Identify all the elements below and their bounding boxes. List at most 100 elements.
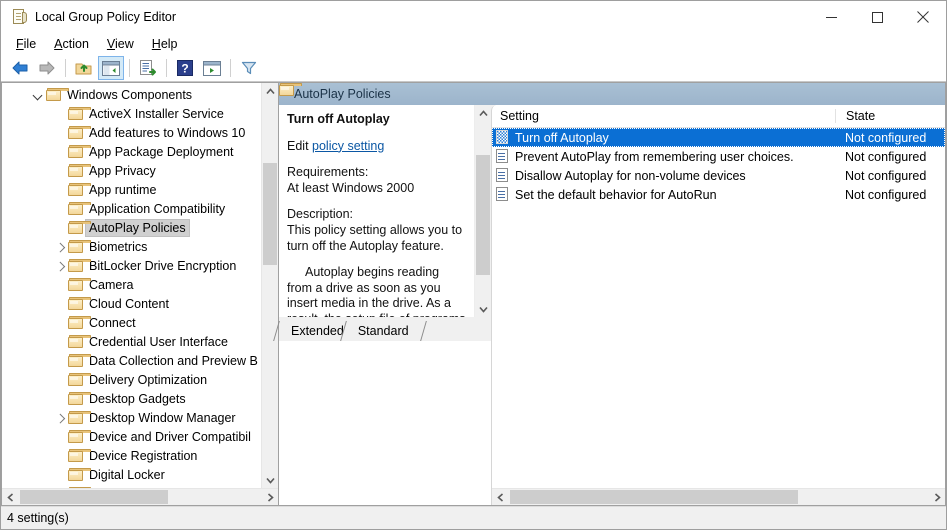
export-list-icon[interactable] (135, 56, 161, 80)
chevron-down-icon[interactable] (30, 91, 46, 99)
tree-vertical-scrollbar[interactable] (261, 83, 278, 488)
show-hide-action-pane-icon[interactable] (199, 56, 225, 80)
tree-item-label: Device and Driver Compatibil (89, 429, 251, 444)
tree-scroll-up-icon[interactable] (262, 83, 278, 99)
tree-item-credential-user-interface[interactable]: Credential User Interface (2, 332, 261, 351)
column-header-state[interactable]: State (835, 109, 945, 123)
table-row[interactable]: Set the default behavior for AutoRun Not … (492, 185, 945, 204)
toolbar-separator-3 (166, 59, 167, 77)
main-body: Windows Components ActiveX Installer Serv… (1, 82, 946, 506)
result-pane-header: AutoPlay Policies (279, 83, 945, 105)
toolbar-separator-1 (65, 59, 66, 77)
tree-item-connect[interactable]: Connect (2, 313, 261, 332)
svg-text:?: ? (181, 62, 188, 76)
tree-item-camera[interactable]: Camera (2, 275, 261, 294)
close-button[interactable] (900, 1, 946, 33)
tree-item-label: App Privacy (89, 163, 156, 178)
menu-help[interactable]: Help (143, 35, 187, 53)
table-row[interactable]: Disallow Autoplay for non-volume devices… (492, 166, 945, 185)
tree-item-desktop-gadgets[interactable]: Desktop Gadgets (2, 389, 261, 408)
console-tree[interactable]: Windows Components ActiveX Installer Serv… (2, 83, 261, 488)
state-cell: Not configured (845, 130, 927, 145)
up-one-level-icon[interactable] (71, 56, 97, 80)
result-pane: AutoPlay Policies Turn off Autoplay Edit… (273, 82, 946, 506)
tree-item-device-and-driver-compatibil[interactable]: Device and Driver Compatibil (2, 427, 261, 446)
tree-item-app-runtime[interactable]: App runtime (2, 180, 261, 199)
folder-icon (68, 334, 91, 349)
tree-item-desktop-window-manager[interactable]: Desktop Window Manager (2, 408, 261, 427)
tree-hscroll-track[interactable] (18, 489, 262, 505)
menu-view[interactable]: View (98, 35, 143, 53)
tree-scroll-right-icon[interactable] (262, 489, 278, 505)
policy-setting-link[interactable]: policy setting (312, 139, 384, 153)
list-hscroll-track[interactable] (508, 489, 929, 505)
folder-icon (68, 448, 91, 463)
chevron-right-icon[interactable] (52, 262, 68, 270)
tree-item-activex-installer-service[interactable]: ActiveX Installer Service (2, 104, 261, 123)
chevron-right-icon[interactable] (52, 243, 68, 251)
console-tree-pane: Windows Components ActiveX Installer Serv… (1, 82, 279, 506)
settings-list-view: Setting State Turn off Autoplay Not confi… (491, 105, 945, 505)
tab-standard[interactable]: Standard (339, 321, 427, 341)
filter-icon[interactable] (236, 56, 262, 80)
settings-list-header: Setting State (492, 105, 945, 128)
tree-item-delivery-optimization[interactable]: Delivery Optimization (2, 370, 261, 389)
tree-item-label: App runtime (89, 182, 157, 197)
tree-item-device-registration[interactable]: Device Registration (2, 446, 261, 465)
menu-action[interactable]: Action (45, 35, 98, 53)
tree-scroll-thumb[interactable] (263, 163, 277, 265)
tree-scroll-left-icon[interactable] (2, 489, 18, 505)
tree-item-data-collection-and-preview-b[interactable]: Data Collection and Preview B (2, 351, 261, 370)
chevron-right-icon[interactable] (52, 414, 68, 422)
tree-item-windows-components[interactable]: Windows Components (2, 85, 261, 104)
details-scroll-down-icon[interactable] (475, 301, 491, 317)
menu-file[interactable]: File (7, 35, 45, 53)
tree-horizontal-scrollbar[interactable] (2, 488, 278, 505)
tree-item-edge-ui[interactable]: Edge UI (2, 484, 261, 488)
tree-item-label: App Package Deployment (89, 144, 234, 159)
show-hide-console-tree-icon[interactable] (98, 56, 124, 80)
tree-hscroll-thumb[interactable] (20, 490, 168, 504)
column-header-setting[interactable]: Setting (492, 109, 835, 123)
details-scroll-up-icon[interactable] (475, 105, 491, 121)
folder-icon (68, 296, 91, 311)
maximize-button[interactable] (854, 1, 900, 33)
tree-item-app-privacy[interactable]: App Privacy (2, 161, 261, 180)
toolbar-separator-2 (129, 59, 130, 77)
list-hscroll-thumb[interactable] (510, 490, 798, 504)
tree-item-digital-locker[interactable]: Digital Locker (2, 465, 261, 484)
tree-item-label: Desktop Window Manager (89, 410, 236, 425)
status-text: 4 setting(s) (7, 511, 69, 525)
list-horizontal-scrollbar[interactable] (492, 488, 945, 505)
tree-item-autoplay-policies[interactable]: AutoPlay Policies (2, 218, 261, 237)
list-scroll-left-icon[interactable] (492, 489, 508, 505)
list-scroll-right-icon[interactable] (929, 489, 945, 505)
extended-details-pane: Turn off Autoplay Edit policy setting Re… (279, 105, 491, 317)
state-cell: Not configured (845, 168, 927, 183)
policy-setting-icon (496, 149, 509, 164)
folder-icon (68, 144, 91, 159)
table-row[interactable]: Turn off Autoplay Not configured (492, 128, 945, 147)
tree-item-app-package-deployment[interactable]: App Package Deployment (2, 142, 261, 161)
minimize-button[interactable] (808, 1, 854, 33)
tree-scroll-track[interactable] (262, 99, 278, 472)
table-row[interactable]: Prevent AutoPlay from remembering user c… (492, 147, 945, 166)
settings-list-rows[interactable]: Turn off Autoplay Not configured Prevent A… (492, 128, 945, 488)
tree-item-add-features-to-windows-10[interactable]: Add features to Windows 10 (2, 123, 261, 142)
tree-scroll-down-icon[interactable] (262, 472, 278, 488)
help-icon[interactable]: ? (172, 56, 198, 80)
forward-icon[interactable] (34, 56, 60, 80)
tree-item-biometrics[interactable]: Biometrics (2, 237, 261, 256)
folder-icon (68, 106, 91, 121)
details-vertical-scrollbar[interactable] (474, 105, 491, 317)
details-scroll-thumb[interactable] (476, 155, 490, 275)
back-icon[interactable] (7, 56, 33, 80)
tree-item-bitlocker-drive-encryption[interactable]: BitLocker Drive Encryption (2, 256, 261, 275)
details-requirements-label: Requirements: (287, 165, 369, 180)
tree-item-application-compatibility[interactable]: Application Compatibility (2, 199, 261, 218)
tree-item-cloud-content[interactable]: Cloud Content (2, 294, 261, 313)
details-scroll-track[interactable] (475, 121, 491, 301)
details-description-label: Description: (287, 207, 353, 222)
tree-item-label: Camera (89, 277, 134, 292)
menu-view-label-rest: iew (115, 37, 134, 51)
